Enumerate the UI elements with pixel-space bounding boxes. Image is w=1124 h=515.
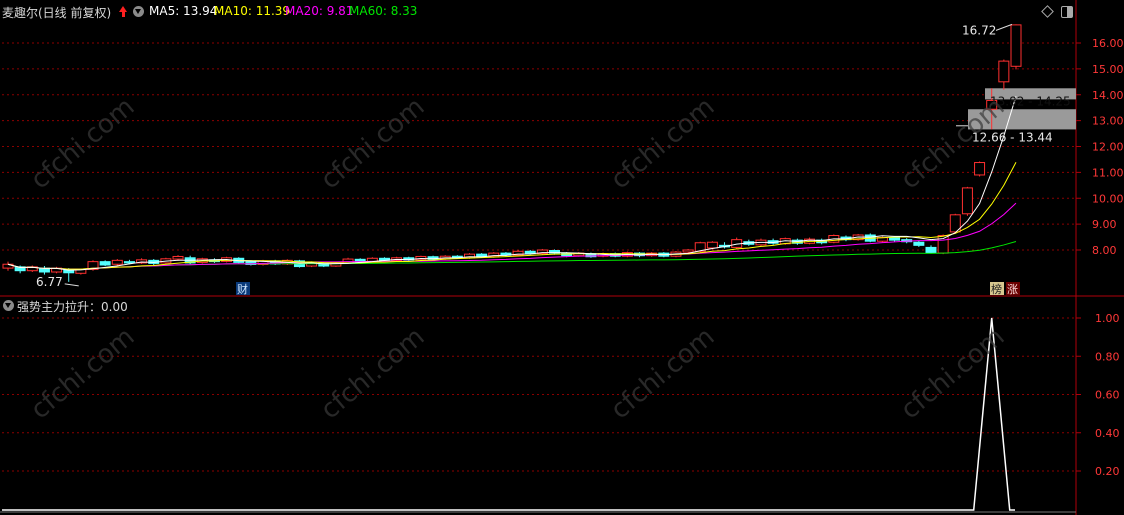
watermark-logo: cfchi.com bbox=[315, 322, 430, 425]
watermark-logo: cfchi.com bbox=[25, 92, 140, 195]
candle-body bbox=[172, 255, 184, 260]
candle-body bbox=[913, 241, 925, 246]
candle-body bbox=[889, 237, 901, 241]
indicator-y-tick-label: 0.40 bbox=[1095, 427, 1120, 440]
indicator-y-tick-label: 1.00 bbox=[1095, 312, 1120, 325]
ma5-label: MA5: 13.94 bbox=[149, 4, 218, 18]
indicator-y-tick-label: 0.80 bbox=[1095, 350, 1120, 363]
indicator-collapse-icon[interactable] bbox=[3, 300, 14, 311]
indicator-y-tick-label: 0.20 bbox=[1095, 465, 1120, 478]
candle-body bbox=[706, 241, 718, 249]
marker-cai: 财 bbox=[237, 282, 248, 296]
candle-body bbox=[974, 162, 986, 176]
ma20-label: MA20: 9.81 bbox=[285, 4, 354, 18]
collapse-icon[interactable] bbox=[133, 6, 144, 17]
candle-body bbox=[123, 261, 135, 264]
candle-body bbox=[961, 187, 973, 215]
y-tick-label: 9.00 bbox=[1092, 218, 1117, 231]
min-price-label: 6.77 bbox=[36, 275, 63, 289]
indicator-y-tick-label: 0.60 bbox=[1095, 389, 1120, 402]
chart-canvas: 16.00 15.00 14.00 13.00 12.00 11.00 10.00 9.00 8… bbox=[0, 0, 1124, 515]
watermark-logo: cfchi.com bbox=[605, 92, 720, 195]
y-tick-label: 11.00 bbox=[1092, 166, 1124, 179]
candle-body bbox=[342, 258, 354, 264]
ma60-label: MA60: 8.33 bbox=[349, 4, 418, 18]
window-toggle-icon[interactable] bbox=[1061, 6, 1073, 18]
candle-body bbox=[1010, 24, 1022, 67]
watermark-logo: cfchi.com bbox=[315, 92, 430, 195]
y-tick-label: 12.00 bbox=[1092, 141, 1124, 154]
max-price-label: 16.72 bbox=[962, 23, 996, 37]
ma10-line bbox=[7, 162, 1017, 270]
y-tick-label: 10.00 bbox=[1092, 192, 1124, 205]
y-tick-label: 14.00 bbox=[1092, 89, 1124, 102]
candle-body bbox=[682, 249, 694, 253]
watermark-logo: cfchi.com bbox=[895, 322, 1010, 425]
y-tick-label: 8.00 bbox=[1092, 244, 1117, 257]
ma10-label: MA10: 11.39 bbox=[214, 4, 291, 18]
arrow-up-icon bbox=[119, 6, 127, 17]
indicator-title: 强势主力拉升：0.00 bbox=[17, 300, 128, 314]
candle-body bbox=[99, 261, 111, 266]
indicator-line bbox=[2, 317, 1015, 511]
watermark-logo: cfchi.com bbox=[25, 322, 140, 425]
watermark-logo: cfchi.com bbox=[605, 322, 720, 425]
min-pointer-line bbox=[64, 283, 79, 287]
y-tick-label: 15.00 bbox=[1092, 63, 1124, 76]
candle-body bbox=[111, 259, 123, 265]
y-tick-label: 13.00 bbox=[1092, 115, 1124, 128]
candle-body bbox=[925, 246, 937, 254]
marker-zhang: 涨 bbox=[1007, 283, 1018, 296]
stock-title: 麦趣尔(日线 前复权) bbox=[2, 6, 112, 20]
marker-bang: 榜 bbox=[991, 282, 1002, 296]
candles-group bbox=[2, 24, 1022, 282]
y-tick-label: 16.00 bbox=[1092, 37, 1124, 50]
candle-body bbox=[998, 60, 1010, 83]
max-pointer-line bbox=[995, 23, 1013, 31]
